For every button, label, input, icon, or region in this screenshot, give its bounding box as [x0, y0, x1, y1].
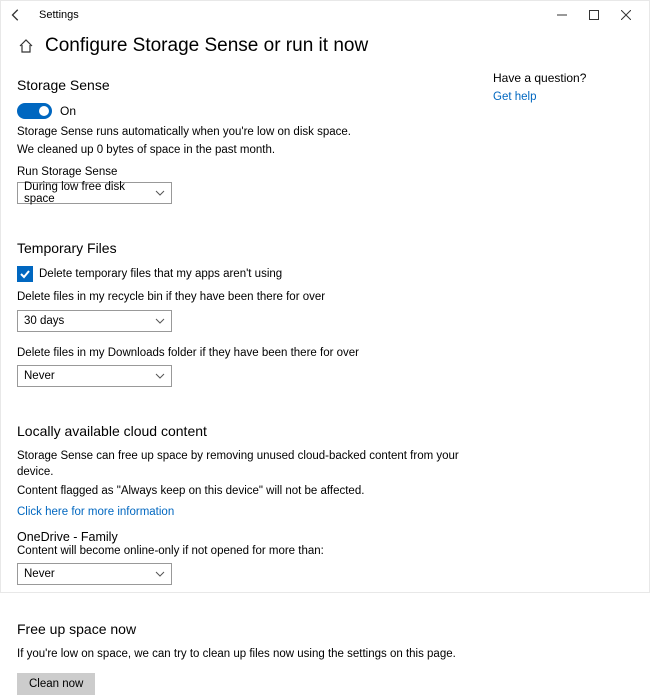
storage-sense-toggle[interactable]	[17, 103, 52, 119]
recycle-bin-label: Delete files in my recycle bin if they h…	[17, 290, 473, 306]
cloud-desc-1: Storage Sense can free up space by remov…	[17, 449, 473, 480]
recycle-bin-select[interactable]: 30 days	[17, 310, 172, 332]
page-header: Configure Storage Sense or run it now	[1, 29, 649, 67]
storage-sense-desc-2: We cleaned up 0 bytes of space in the pa…	[17, 143, 473, 159]
run-storage-sense-label: Run Storage Sense	[17, 166, 473, 178]
minimize-button[interactable]	[555, 8, 569, 22]
home-icon[interactable]	[17, 37, 35, 55]
cloud-desc-2: Content flagged as "Always keep on this …	[17, 484, 473, 500]
recycle-bin-value: 30 days	[24, 315, 64, 327]
titlebar: Settings	[1, 1, 649, 29]
maximize-button[interactable]	[587, 8, 601, 22]
cloud-more-info-link[interactable]: Click here for more information	[17, 506, 473, 518]
clean-now-button[interactable]: Clean now	[17, 673, 95, 695]
storage-sense-toggle-label: On	[60, 104, 76, 118]
downloads-value: Never	[24, 370, 55, 382]
get-help-link[interactable]: Get help	[493, 91, 633, 103]
close-button[interactable]	[619, 8, 633, 22]
chevron-down-icon	[155, 188, 165, 198]
onedrive-value: Never	[24, 568, 55, 580]
storage-sense-heading: Storage Sense	[17, 77, 473, 93]
back-button[interactable]	[7, 8, 25, 22]
delete-temp-checkbox[interactable]	[17, 266, 33, 282]
temp-files-heading: Temporary Files	[17, 240, 473, 256]
downloads-label: Delete files in my Downloads folder if t…	[17, 346, 473, 362]
free-up-desc: If you're low on space, we can try to cl…	[17, 647, 473, 663]
free-up-heading: Free up space now	[17, 621, 473, 637]
downloads-select[interactable]: Never	[17, 365, 172, 387]
chevron-down-icon	[155, 316, 165, 326]
onedrive-desc: Content will become online-only if not o…	[17, 544, 473, 560]
chevron-down-icon	[155, 371, 165, 381]
page-title: Configure Storage Sense or run it now	[45, 35, 368, 57]
chevron-down-icon	[155, 569, 165, 579]
onedrive-heading: OneDrive - Family	[17, 530, 473, 544]
onedrive-select[interactable]: Never	[17, 563, 172, 585]
delete-temp-checkbox-label: Delete temporary files that my apps aren…	[39, 268, 282, 280]
run-storage-sense-value: During low free disk space	[24, 181, 155, 205]
run-storage-sense-select[interactable]: During low free disk space	[17, 182, 172, 204]
cloud-heading: Locally available cloud content	[17, 423, 473, 439]
window-title: Settings	[39, 9, 79, 21]
storage-sense-desc-1: Storage Sense runs automatically when yo…	[17, 125, 473, 141]
have-question-label: Have a question?	[493, 71, 633, 85]
